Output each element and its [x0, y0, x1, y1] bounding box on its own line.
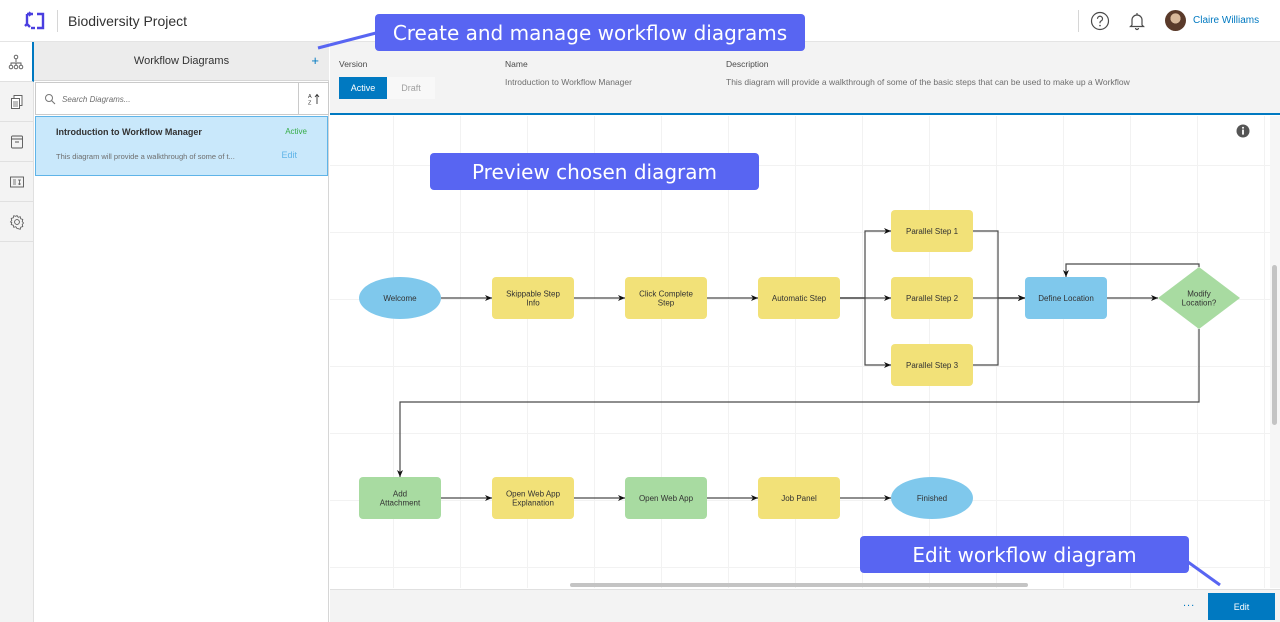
horizontal-scrollbar-thumb[interactable]: [570, 583, 1028, 587]
diagram-node-click-complete[interactable]: Click CompleteStep: [625, 277, 707, 319]
more-options-button[interactable]: ...: [1183, 597, 1195, 609]
diagram-node-open-web-app[interactable]: Open Web App: [625, 477, 707, 519]
add-diagram-button[interactable]: +: [311, 53, 319, 68]
svg-text:A: A: [308, 94, 312, 100]
node-label: Open Web App: [506, 490, 561, 499]
search-icon: [45, 94, 56, 105]
diagram-node-automatic[interactable]: Automatic Step: [758, 277, 840, 319]
connector-parallel-3-to-define-location[interactable]: [973, 295, 1025, 366]
diagram-details: Version Active Draft Name Introduction t…: [330, 42, 1280, 115]
project-title: Biodiversity Project: [68, 13, 188, 29]
documents-icon: [11, 94, 23, 109]
node-label: Explanation: [512, 499, 554, 508]
panel-title: Workflow Diagrams: [133, 55, 230, 67]
user-avatar[interactable]: [1165, 10, 1186, 31]
rail-item-lookup-tables[interactable]: [0, 122, 34, 162]
node-label: Info: [526, 299, 540, 308]
diagram-name: Introduction to Workflow Manager: [56, 127, 202, 137]
panel-header: Workflow Diagrams +: [34, 42, 329, 81]
workflow-diagrams-panel: Workflow Diagrams + A Z Introduction to …: [34, 42, 329, 622]
workflow-manager-logo-icon[interactable]: [24, 10, 46, 32]
node-label: Attachment: [380, 499, 421, 508]
bell-icon[interactable]: [1127, 11, 1147, 31]
version-toggle: Active Draft: [339, 77, 435, 99]
name-value: Introduction to Workflow Manager: [505, 77, 632, 87]
name-label: Name: [505, 59, 528, 69]
node-label: Parallel Step 3: [906, 361, 959, 370]
node-label: Parallel Step 1: [906, 227, 959, 236]
connector-modify-location-to-add-attachment[interactable]: [397, 329, 1200, 477]
node-label: Automatic Step: [772, 294, 827, 303]
app-window: Biodiversity Project Claire Williams Wor…: [0, 0, 1280, 622]
header-divider: [1078, 10, 1079, 32]
description-label: Description: [726, 59, 769, 69]
connector-parallel-1-to-define-location[interactable]: [973, 230, 1025, 301]
node-label: Modify: [1187, 290, 1211, 299]
node-label: Finished: [917, 494, 947, 503]
diagram-node-skippable[interactable]: Skippable StepInfo: [492, 277, 574, 319]
diagram-description: This diagram will provide a walkthrough …: [56, 152, 235, 161]
diagram-node-parallel-1[interactable]: Parallel Step 1: [891, 210, 973, 252]
diagram-node-finished[interactable]: Finished: [891, 477, 973, 519]
callout-preview-diagram: Preview chosen diagram: [430, 153, 759, 190]
version-active-button[interactable]: Active: [339, 77, 387, 99]
rail-item-workflow-diagrams[interactable]: [0, 42, 34, 82]
connector-automatic-to-parallel-1[interactable]: [840, 228, 891, 299]
connector-modify-location-to-define-location[interactable]: [1063, 263, 1200, 277]
search-diagrams-input[interactable]: [62, 91, 292, 107]
diagram-node-parallel-2[interactable]: Parallel Step 2: [891, 277, 973, 319]
diagram-node-define-location[interactable]: Define Location: [1025, 277, 1107, 319]
sort-alpha-icon: A Z: [308, 93, 319, 106]
node-label: Add: [393, 490, 407, 499]
edit-diagram-button[interactable]: Edit: [1208, 593, 1275, 620]
rail-item-extended-properties[interactable]: [0, 162, 34, 202]
sort-button[interactable]: A Z: [299, 82, 329, 115]
archive-icon: [11, 135, 23, 148]
diagram-list-item[interactable]: Introduction to Workflow Manager Active …: [35, 116, 328, 176]
version-label: Version: [339, 59, 368, 69]
gear-icon: [9, 214, 25, 230]
diagram-node-add-attachment[interactable]: AddAttachment: [359, 477, 441, 519]
description-value: This diagram will provide a walkthrough …: [726, 77, 1130, 87]
search-box: [35, 82, 299, 115]
user-name[interactable]: Claire Williams: [1193, 15, 1259, 26]
info-icon[interactable]: [1236, 124, 1250, 138]
vertical-scrollbar-thumb[interactable]: [1272, 265, 1277, 425]
connector-automatic-to-parallel-3[interactable]: [840, 297, 891, 368]
diagram-node-modify-location[interactable]: ModifyLocation?: [1158, 267, 1240, 329]
rail-item-settings[interactable]: [0, 202, 34, 242]
diagram-node-parallel-3[interactable]: Parallel Step 3: [891, 344, 973, 386]
callout-manage-diagrams: Create and manage workflow diagrams: [375, 14, 805, 51]
diagram-edit-link[interactable]: Edit: [281, 150, 297, 160]
diagram-status-badge: Active: [285, 127, 307, 136]
diagram-node-welcome[interactable]: Welcome: [359, 277, 441, 319]
version-draft-button[interactable]: Draft: [387, 77, 435, 99]
diagram-node-job-panel[interactable]: Job Panel: [758, 477, 840, 519]
node-label: Skippable Step: [506, 290, 560, 299]
rail-item-job-templates[interactable]: [0, 82, 34, 122]
node-label: Step: [658, 299, 675, 308]
header-divider: [57, 10, 58, 32]
callout-edit-diagram: Edit workflow diagram: [860, 536, 1189, 573]
svg-text:Z: Z: [308, 100, 312, 106]
diagram-node-open-web-app-explanation[interactable]: Open Web AppExplanation: [492, 477, 574, 519]
diagram-icon: [8, 54, 24, 69]
node-label: Parallel Step 2: [906, 294, 959, 303]
help-circle-icon[interactable]: [1090, 11, 1110, 31]
node-label: Click Complete: [639, 290, 693, 299]
node-label: Location?: [1182, 299, 1217, 308]
node-label: Job Panel: [781, 494, 817, 503]
node-label: Define Location: [1038, 294, 1094, 303]
node-label: Open Web App: [639, 494, 694, 503]
node-label: Welcome: [383, 294, 417, 303]
nav-rail: [0, 42, 34, 622]
footer-bar: ... Edit: [330, 589, 1280, 622]
table-icon: [10, 176, 24, 187]
